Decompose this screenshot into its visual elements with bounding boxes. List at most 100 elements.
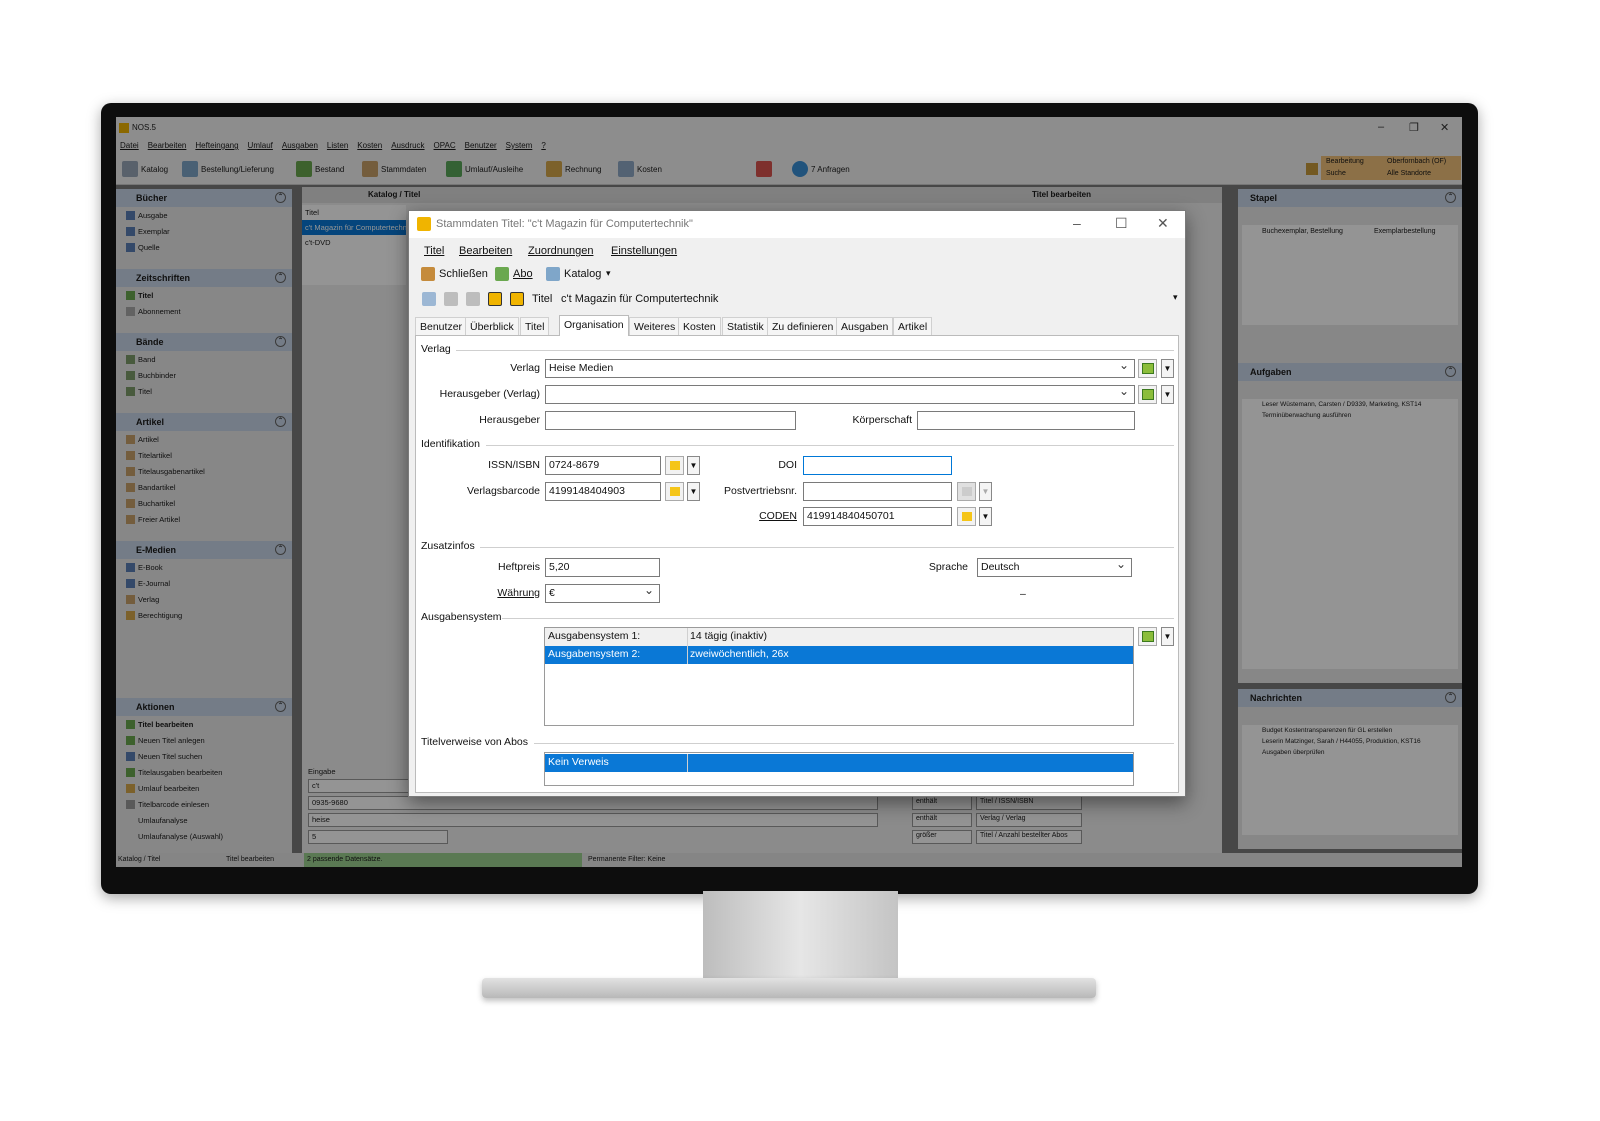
search-record-icon[interactable]	[422, 292, 436, 306]
menu-system[interactable]: System	[506, 141, 533, 150]
panel-header-baende[interactable]: Bände ⌃	[116, 333, 292, 351]
collapse-icon[interactable]: ⌃	[275, 701, 286, 712]
menu-listen[interactable]: Listen	[327, 141, 348, 150]
menu-benutzer[interactable]: Benutzer	[465, 141, 497, 150]
sidebar-item-exemplar[interactable]: Exemplar	[116, 223, 292, 239]
home-icon[interactable]	[1306, 163, 1318, 175]
menu-umlauf[interactable]: Umlauf	[248, 141, 273, 150]
issn-input[interactable]: 0724-8679	[545, 456, 661, 475]
filter-field-3[interactable]: Verlag / Verlag	[976, 813, 1082, 827]
sidebar-item-titelartikel[interactable]: Titelartikel	[116, 447, 292, 463]
bestellung-button[interactable]: Bestellung/Lieferung	[182, 159, 274, 179]
doi-input[interactable]	[803, 456, 952, 475]
sidebar-item-freier-artikel[interactable]: Freier Artikel	[116, 511, 292, 527]
filter-input-3[interactable]: heise	[308, 813, 878, 827]
panel-header-nachrichten[interactable]: Nachrichten ⌃	[1238, 689, 1462, 707]
action-barcode[interactable]: Titelbarcode einlesen	[116, 796, 292, 812]
first-record-icon[interactable]	[444, 292, 458, 306]
collapse-icon[interactable]: ⌃	[1445, 692, 1456, 703]
menu-titel[interactable]: Titel	[424, 245, 444, 257]
maximize-icon[interactable]: ☐	[1115, 215, 1128, 232]
barcode-menu-button[interactable]: ▼	[687, 482, 700, 501]
tab-statistik[interactable]: Statistik	[722, 317, 769, 335]
list-item[interactable]: c't-DVD	[302, 235, 406, 250]
panel-header-stapel[interactable]: Stapel ⌃	[1238, 189, 1462, 207]
panel-header-artikel[interactable]: Artikel ⌃	[116, 413, 292, 431]
tab-ausgaben[interactable]: Ausgaben	[836, 317, 894, 335]
tab-organisation[interactable]: Organisation	[559, 315, 629, 336]
panel-header-aktionen[interactable]: Aktionen ⌃	[116, 698, 292, 716]
pdf-button[interactable]	[756, 159, 772, 179]
heftpreis-input[interactable]: 5,20	[545, 558, 660, 577]
menu-zuordnungen[interactable]: Zuordnungen	[528, 245, 593, 257]
context-ort[interactable]: Oberfornbach (OF)	[1387, 158, 1446, 165]
herausgeber-verlag-menu-button[interactable]: ▼	[1161, 385, 1174, 404]
action-titel-bearbeiten[interactable]: Titel bearbeiten	[116, 716, 292, 732]
herausgeber-verlag-select[interactable]	[545, 385, 1135, 404]
coden-input[interactable]: 419914840450701	[803, 507, 952, 526]
menu-help[interactable]: ?	[541, 141, 545, 150]
abo-button[interactable]: Abo	[513, 268, 533, 280]
menu-hefteingang[interactable]: Hefteingang	[195, 141, 238, 150]
list-item[interactable]: c't Magazin für Computertechnik	[302, 220, 406, 235]
menu-ausgaben[interactable]: Ausgaben	[282, 141, 318, 150]
collapse-icon[interactable]: ⌃	[275, 336, 286, 347]
sidebar-item-berechtigung[interactable]: Berechtigung	[116, 607, 292, 623]
collapse-icon[interactable]: ⌃	[275, 544, 286, 555]
next-record-icon[interactable]	[488, 292, 502, 306]
sidebar-item-quelle[interactable]: Quelle	[116, 239, 292, 255]
panel-header-aufgaben[interactable]: Aufgaben ⌃	[1238, 363, 1462, 381]
filter-input-2[interactable]: 0935-9680	[308, 796, 878, 810]
message-item[interactable]: Ausgaben überprüfen	[1242, 747, 1458, 758]
katalog-dropdown[interactable]: Katalog	[564, 268, 601, 280]
postnr-menu-button[interactable]: ▼	[979, 482, 992, 501]
verlag-select[interactable]: Heise Medien	[545, 359, 1135, 378]
tab-kosten[interactable]: Kosten	[678, 317, 721, 335]
sidebar-item-titelausgabenartikel[interactable]: Titelausgabenartikel	[116, 463, 292, 479]
task-item[interactable]: Terminüberwachung ausführen	[1242, 410, 1458, 421]
restore-icon[interactable]: ❐	[1409, 121, 1419, 134]
sidebar-item-verlag[interactable]: Verlag	[116, 591, 292, 607]
action-neuen-titel-anlegen[interactable]: Neuen Titel anlegen	[116, 732, 292, 748]
context-bearbeitung[interactable]: Bearbeitung	[1326, 158, 1364, 165]
action-neuen-titel-suchen[interactable]: Neuen Titel suchen	[116, 748, 292, 764]
waehrung-select[interactable]: €	[545, 584, 660, 603]
filter-field-2[interactable]: Titel / ISSN/ISBN	[976, 796, 1082, 810]
filter-operator-4[interactable]: größer	[912, 830, 972, 844]
context-suche[interactable]: Suche	[1326, 170, 1346, 177]
schliessen-button[interactable]: Schließen	[439, 268, 488, 280]
tab-weiteres[interactable]: Weiteres	[629, 317, 681, 335]
rechnung-button[interactable]: Rechnung	[546, 159, 601, 179]
panel-header-buecher[interactable]: Bücher ⌃	[116, 189, 292, 207]
koerperschaft-input[interactable]	[917, 411, 1135, 430]
tab-zu-definieren[interactable]: Zu definieren	[767, 317, 839, 335]
action-umlauf[interactable]: Umlauf bearbeiten	[116, 780, 292, 796]
collapse-icon[interactable]: ⌃	[275, 192, 286, 203]
kosten-button[interactable]: Kosten	[618, 159, 662, 179]
umlauf-button[interactable]: Umlauf/Ausleihe	[446, 159, 523, 179]
menu-opac[interactable]: OPAC	[434, 141, 456, 150]
bestand-button[interactable]: Bestand	[296, 159, 344, 179]
action-umlaufanalyse-auswahl[interactable]: Umlaufanalyse (Auswahl)	[116, 828, 292, 844]
filter-operator-3[interactable]: enthält	[912, 813, 972, 827]
coden-menu-button[interactable]: ▼	[979, 507, 992, 526]
tab-benutzer[interactable]: Benutzer	[415, 317, 468, 335]
table-row[interactable]: Ausgabensystem 2: zweiwöchentlich, 26x	[545, 646, 1133, 664]
tab-artikel[interactable]: Artikel	[893, 317, 933, 335]
tab-ueberblick[interactable]: Überblick	[465, 317, 519, 335]
collapse-icon[interactable]: ⌃	[1445, 192, 1456, 203]
tab-titel[interactable]: Titel	[520, 317, 550, 335]
panel-header-zeitschriften[interactable]: Zeitschriften ⌃	[116, 269, 292, 287]
barcode-flag-button[interactable]	[665, 482, 684, 501]
sidebar-item-buchbinder[interactable]: Buchbinder	[116, 367, 292, 383]
table-row[interactable]: Ausgabensystem 1: 14 tägig (inaktiv)	[545, 628, 1133, 646]
action-umlaufanalyse[interactable]: Umlaufanalyse	[116, 812, 292, 828]
minimize-icon[interactable]: –	[1378, 121, 1384, 133]
action-titelausgaben[interactable]: Titelausgaben bearbeiten	[116, 764, 292, 780]
sidebar-item-bandartikel[interactable]: Bandartikel	[116, 479, 292, 495]
stapel-row-label[interactable]: Buchexemplar, Bestellung	[1262, 228, 1343, 235]
dropdown-caret-icon[interactable]: ▾	[606, 268, 611, 279]
sidebar-item-band[interactable]: Band	[116, 351, 292, 367]
katalog-button[interactable]: Katalog	[122, 159, 168, 179]
menu-kosten[interactable]: Kosten	[357, 141, 382, 150]
